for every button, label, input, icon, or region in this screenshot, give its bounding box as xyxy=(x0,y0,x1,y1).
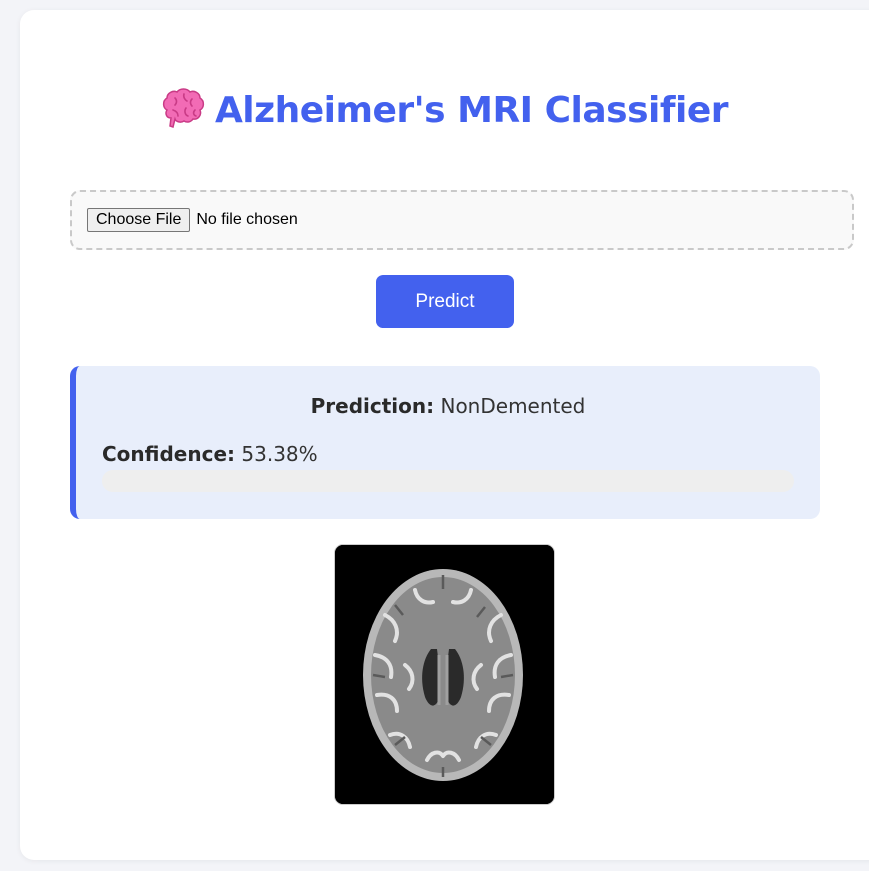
prediction-label: Prediction: xyxy=(310,394,435,418)
page-title: Alzheimer's MRI Classifier xyxy=(0,88,869,139)
confidence-value: 53.38% xyxy=(241,442,318,466)
result-panel: Prediction: NonDemented Confidence: 53.3… xyxy=(70,366,820,519)
confidence-label: Confidence: xyxy=(102,442,236,466)
file-upload-zone[interactable]: Choose File No file chosen xyxy=(70,190,854,250)
title-text: Alzheimer's MRI Classifier xyxy=(214,90,729,131)
predict-button[interactable]: Predict xyxy=(376,275,514,328)
confidence-bar xyxy=(102,470,794,492)
prediction-value: NonDemented xyxy=(440,394,586,418)
file-status-text: No file chosen xyxy=(196,211,298,228)
confidence-line: Confidence: 53.38% xyxy=(102,442,318,466)
confidence-bar-fill xyxy=(102,470,472,492)
brain-icon xyxy=(161,88,207,139)
prediction-line: Prediction: NonDemented xyxy=(76,394,820,418)
choose-file-button[interactable]: Choose File xyxy=(87,208,191,232)
mri-preview-image xyxy=(334,544,555,805)
